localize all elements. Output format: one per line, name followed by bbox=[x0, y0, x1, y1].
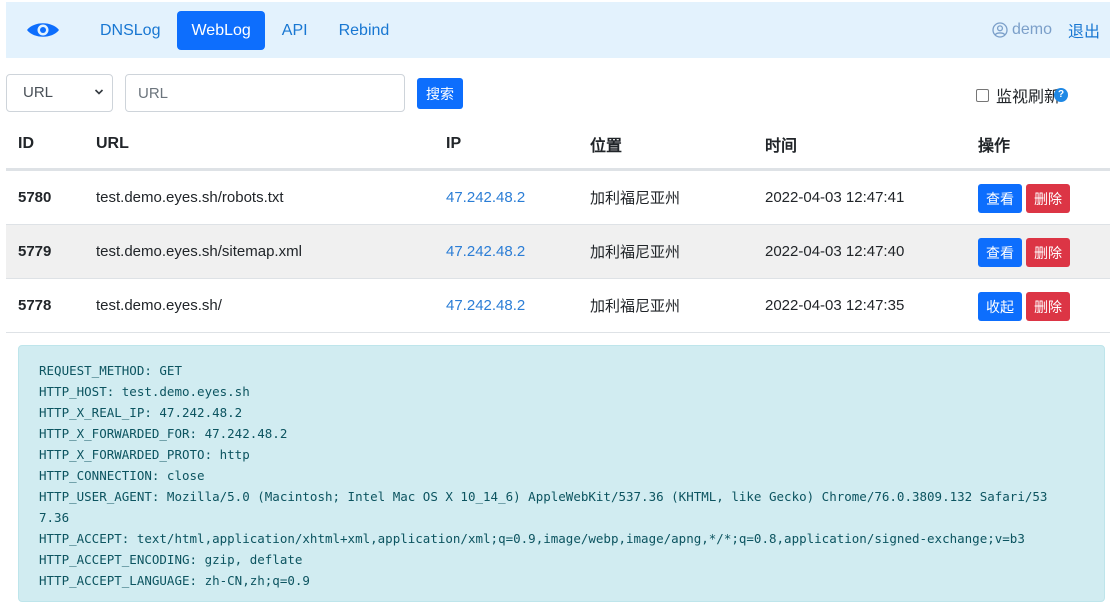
request-detail-panel: REQUEST_METHOD: GET HTTP_HOST: test.demo… bbox=[18, 345, 1105, 602]
row-actions: 查看 删除 bbox=[978, 171, 1074, 224]
detail-line: HTTP_USER_AGENT: Mozilla/5.0 (Macintosh;… bbox=[39, 489, 1048, 504]
detail-line: HTTP_HOST: test.demo.eyes.sh bbox=[39, 384, 250, 399]
row-location: 加利福尼亚州 bbox=[590, 298, 681, 315]
username: demo bbox=[1011, 21, 1052, 38]
collapse-button[interactable]: 收起 bbox=[978, 292, 1022, 321]
monitor-refresh-toggle[interactable]: 监视刷新 bbox=[975, 83, 1060, 107]
row-url: test.demo.eyes.sh/sitemap.xml bbox=[96, 243, 302, 260]
user-circle-icon bbox=[992, 22, 1008, 38]
detail-line: HTTP_X_FORWARDED_PROTO: http bbox=[39, 447, 250, 462]
search-bar: URL 搜索 监视刷新 ? bbox=[6, 74, 1110, 112]
header-actions: 操作 bbox=[978, 138, 1011, 155]
monitor-checkbox[interactable] bbox=[975, 88, 989, 102]
row-id: 5778 bbox=[18, 297, 52, 314]
chevron-down-icon bbox=[94, 89, 104, 95]
nav-rebind[interactable]: Rebind bbox=[325, 11, 404, 50]
nav-dnslog[interactable]: DNSLog bbox=[86, 11, 174, 50]
row-id: 5779 bbox=[18, 243, 52, 260]
delete-button[interactable]: 删除 bbox=[1026, 292, 1070, 321]
row-url: test.demo.eyes.sh/robots.txt bbox=[96, 189, 284, 206]
detail-line: HTTP_CONNECTION: close bbox=[39, 468, 205, 483]
row-time: 2022-04-03 12:47:35 bbox=[765, 297, 905, 314]
table-row: 5779 test.demo.eyes.sh/sitemap.xml 47.24… bbox=[6, 224, 1110, 278]
monitor-label: 监视刷新 bbox=[995, 89, 1060, 106]
search-field-select[interactable]: URL bbox=[6, 74, 113, 112]
logout-link[interactable]: 退出 bbox=[1068, 18, 1100, 42]
view-button[interactable]: 查看 bbox=[978, 184, 1022, 213]
detail-line: REQUEST_METHOD: GET bbox=[39, 363, 182, 378]
delete-button[interactable]: 删除 bbox=[1026, 238, 1070, 267]
weblog-table: ID URL IP 位置 时间 操作 5780 test.demo.eyes.s… bbox=[6, 120, 1110, 333]
search-input[interactable] bbox=[125, 74, 405, 112]
user-menu[interactable]: demo bbox=[992, 21, 1052, 39]
table-row: 5780 test.demo.eyes.sh/robots.txt 47.242… bbox=[6, 170, 1110, 224]
question-icon[interactable]: ? bbox=[1054, 88, 1068, 102]
row-location: 加利福尼亚州 bbox=[590, 244, 681, 261]
row-actions: 查看 删除 bbox=[978, 225, 1074, 278]
nav-right: demo 退出 bbox=[992, 18, 1100, 42]
header-id: ID bbox=[18, 135, 34, 152]
detail-line: HTTP_ACCEPT_LANGUAGE: zh-CN,zh;q=0.9 bbox=[39, 573, 310, 588]
search-field-value: URL bbox=[23, 84, 54, 101]
row-time: 2022-04-03 12:47:40 bbox=[765, 243, 905, 260]
row-ip-link[interactable]: 47.242.48.2 bbox=[446, 171, 525, 224]
delete-button[interactable]: 删除 bbox=[1026, 184, 1070, 213]
header-url: URL bbox=[96, 135, 129, 152]
row-ip-link[interactable]: 47.242.48.2 bbox=[446, 279, 525, 332]
table-bottom-border bbox=[6, 332, 1110, 333]
row-time: 2022-04-03 12:47:41 bbox=[765, 189, 905, 206]
table-row: 5778 test.demo.eyes.sh/ 47.242.48.2 加利福尼… bbox=[6, 278, 1110, 332]
table-header: ID URL IP 位置 时间 操作 bbox=[6, 120, 1110, 170]
nav-api[interactable]: API bbox=[268, 11, 322, 50]
row-location: 加利福尼亚州 bbox=[590, 190, 681, 207]
row-ip-link[interactable]: 47.242.48.2 bbox=[446, 225, 525, 278]
row-actions: 收起 删除 bbox=[978, 279, 1074, 332]
view-button[interactable]: 查看 bbox=[978, 238, 1022, 267]
detail-line: HTTP_ACCEPT: text/html,application/xhtml… bbox=[39, 531, 1025, 546]
header-time: 时间 bbox=[765, 138, 798, 155]
row-id: 5780 bbox=[18, 189, 52, 206]
detail-line: HTTP_X_REAL_IP: 47.242.48.2 bbox=[39, 405, 243, 420]
eye-icon[interactable] bbox=[26, 20, 60, 40]
detail-line: 7.36 bbox=[39, 510, 70, 525]
detail-line: HTTP_ACCEPT_ENCODING: gzip, deflate bbox=[39, 552, 303, 567]
navbar: DNSLog WebLog API Rebind demo 退出 bbox=[6, 2, 1110, 58]
header-location: 位置 bbox=[590, 138, 623, 155]
nav-weblog[interactable]: WebLog bbox=[177, 10, 265, 50]
search-button[interactable]: 搜索 bbox=[417, 78, 463, 109]
header-ip: IP bbox=[446, 135, 462, 152]
row-url: test.demo.eyes.sh/ bbox=[96, 297, 222, 314]
detail-line: HTTP_X_FORWARDED_FOR: 47.242.48.2 bbox=[39, 426, 288, 441]
